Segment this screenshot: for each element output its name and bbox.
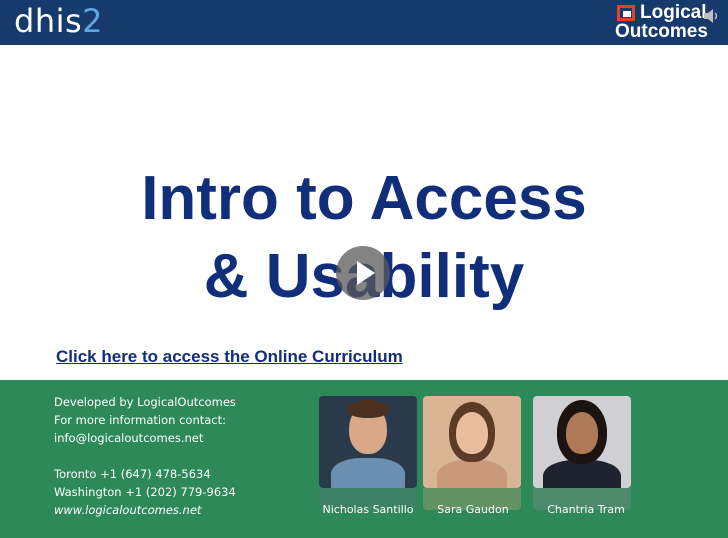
toronto-phone: Toronto +1 (647) 478-5634 (54, 467, 211, 481)
developed-by: Developed by LogicalOutcomes (54, 395, 236, 409)
portrait (319, 396, 417, 488)
portrait (423, 396, 521, 488)
dhis2-logo: dhis2 (14, 2, 103, 40)
contact-email: info@logicaloutcomes.net (54, 431, 204, 445)
person-name-3: Chantria Tram (547, 503, 625, 516)
logo-text: dhis (14, 2, 83, 40)
contact-info: Developed by LogicalOutcomes For more in… (54, 393, 236, 519)
person-name-2: Sara Gaudon (437, 503, 509, 516)
play-button[interactable] (336, 246, 390, 300)
person-photo-1 (319, 396, 417, 510)
contact-label: For more information contact: (54, 413, 227, 427)
portrait (533, 396, 631, 488)
washington-phone: Washington +1 (202) 779-9634 (54, 485, 236, 499)
logo-line2: Outcomes (615, 21, 708, 42)
curriculum-link[interactable]: Click here to access the Online Curricul… (56, 347, 403, 367)
person-photo-2 (423, 396, 521, 510)
title-line-1: Intro to Access (141, 164, 587, 233)
person-photo-3 (533, 396, 631, 510)
speaker-icon[interactable] (703, 8, 721, 24)
logo-accent: 2 (82, 2, 104, 40)
person-name-1: Nicholas Santillo (322, 503, 414, 516)
logo-mark-icon (617, 5, 635, 21)
header-bar: dhis2 Logical Outcomes (0, 0, 728, 45)
website: www.logicaloutcomes.net (54, 503, 202, 517)
